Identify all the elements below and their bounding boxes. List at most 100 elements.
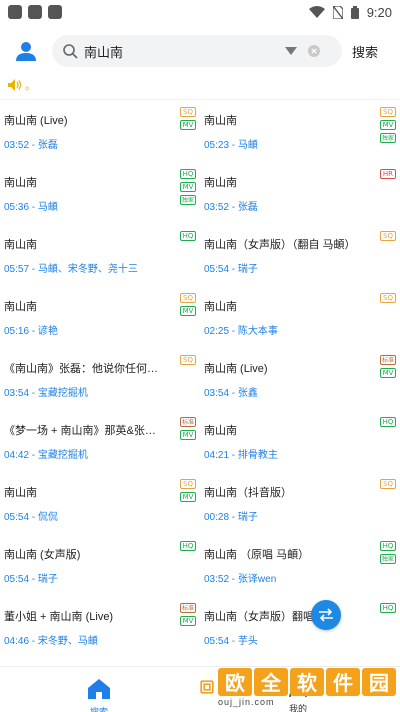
separator: - [29,450,38,461]
song-item[interactable]: 南山南 03:52 - 张磊 HR [200,162,400,224]
song-item[interactable]: 南山南 05:54 - 侃侃 SQ MV [0,472,200,534]
quality-badge: MV [180,306,196,316]
quality-badge: SQ [380,293,396,303]
quality-badges: HQ [180,231,196,241]
quality-badge: MV [180,120,196,130]
song-item[interactable]: 《南山南》张磊：他说你任何为… 03:54 - 宝藏挖掘机 SQ [0,348,200,410]
song-meta: 05:57 - 马頔、宋冬野、尧十三 [4,260,138,275]
song-title: 南山南 [4,239,37,251]
song-meta: 03:54 - 宝藏挖掘机 [4,384,88,399]
separator: - [29,140,38,151]
quality-badge: SQ [180,479,196,489]
watermark-chars: 欧全软件园 [218,667,396,696]
source-dropdown-icon[interactable] [284,46,298,56]
search-header: 搜索 [0,32,400,70]
separator: - [29,574,38,585]
song-duration: 00:28 [204,512,230,523]
separator: - [29,512,38,523]
watermark-char: 全 [254,667,288,696]
nav-search-label: 搜索 [89,707,108,712]
search-button[interactable]: 搜索 [352,42,378,61]
quality-badges: SQ [380,293,396,303]
song-item[interactable]: 南山南（抖音版） 00:28 - 瑞子 SQ [200,472,400,534]
notice-text: 。 [25,80,36,92]
nav-search-tab[interactable]: 搜索 [84,679,114,712]
separator: - [29,636,38,647]
quality-badge: HQ [180,231,196,241]
song-title: 南山南 [4,177,37,189]
clear-icon[interactable] [308,45,320,57]
result-row: 南山南 05:57 - 马頔、宋冬野、尧十三 HQ 南山南（女声版）（翻自 马頔） 05… [0,224,400,286]
result-row: 南山南 05:16 - 谚艳 SQ MV 南山南 02:25 - 陈大本事 SQ [0,286,400,348]
song-item[interactable]: 南山南（女声版）翻唱 05:54 - 芋头 HQ [200,596,400,658]
song-title: 南山南 [204,425,237,437]
song-item[interactable]: 南山南 （原唱 马頔） 03:52 - 张译wen HQ 独家 [200,534,400,596]
separator: - [229,450,238,461]
quality-badge: SQ [180,293,196,303]
quality-badge: MV [380,368,396,378]
quality-badge: 独家 [380,133,396,143]
separator: - [29,202,38,213]
separator: - [229,326,238,337]
song-artist: 宝藏挖掘机 [37,450,88,461]
quality-badge: 标准 [180,603,196,613]
song-item[interactable]: 南山南 (Live) 03:52 - 张磊 SQ MV [0,100,200,162]
song-artist: 张磊 [37,140,58,151]
song-meta: 05:54 - 瑞子 [4,570,58,585]
watermark-char: 园 [362,667,396,696]
quality-badges: 标准 MV [180,603,196,626]
song-item[interactable]: 《梦一场 + 南山南》那英&张磊… 04:42 - 宝藏挖掘机 标准 MV [0,410,200,472]
notification-icon [8,5,22,19]
quality-badge: SQ [180,107,196,117]
watermark-char: 软 [290,667,324,696]
separator: - [229,140,238,151]
song-title: 南山南（抖音版） [204,487,292,499]
song-item[interactable]: 南山南 05:57 - 马頔、宋冬野、尧十三 HQ [0,224,200,286]
quality-badge: MV [380,120,396,130]
song-artist: 陈大本事 [237,326,278,337]
quality-badges: SQ [180,355,196,365]
home-icon [88,679,110,699]
song-item[interactable]: 南山南 05:36 - 马頔 HQ MV 独家 [0,162,200,224]
separator: - [229,636,238,647]
song-meta: 03:54 - 张鑫 [204,384,258,399]
song-meta: 05:23 - 马頔 [204,136,258,151]
quality-badge: SQ [180,355,196,365]
song-item[interactable]: 南山南（女声版）（翻自 马頔） 05:54 - 瑞子 SQ [200,224,400,286]
result-row: 《梦一场 + 南山南》那英&张磊… 04:42 - 宝藏挖掘机 标准 MV 南山南 04:… [0,410,400,472]
switch-source-button[interactable] [311,600,341,630]
quality-badge: SQ [380,231,396,241]
song-artist: 瑞子 [237,264,258,275]
song-item[interactable]: 南山南 02:25 - 陈大本事 SQ [200,286,400,348]
song-item[interactable]: 南山南 05:23 - 马頔 SQ MV 独家 [200,100,400,162]
song-artist: 瑞子 [37,574,58,585]
quality-badges: SQ [380,231,396,241]
song-duration: 05:57 [4,264,30,275]
quality-badges: SQ MV 独家 [380,107,396,143]
song-item[interactable]: 董小姐 + 南山南 (Live) 04:46 - 宋冬野、马頔 标准 MV [0,596,200,658]
quality-badges: SQ MV [180,293,196,316]
quality-badges: HQ [180,541,196,551]
separator: - [229,388,238,399]
song-duration: 05:54 [204,264,230,275]
song-meta: 05:54 - 瑞子 [204,260,258,275]
song-title: 南山南 (Live) [4,115,68,127]
quality-badge: HQ [180,541,196,551]
song-item[interactable]: 南山南 05:16 - 谚艳 SQ MV [0,286,200,348]
search-input[interactable] [84,43,280,59]
quality-badge: 独家 [180,195,196,205]
result-row: 董小姐 + 南山南 (Live) 04:46 - 宋冬野、马頔 标准 MV 南山南（女声… [0,596,400,658]
song-item[interactable]: 南山南 (女声版) 05:54 - 瑞子 HQ [0,534,200,596]
watermark-text: 欧全软件园 ouj_jin.com [218,667,396,707]
user-icon [16,42,36,61]
search-icon [63,44,78,59]
song-meta: 05:16 - 谚艳 [4,322,58,337]
song-item[interactable]: 南山南 04:21 - 排骨教主 HQ [200,410,400,472]
song-artist: 谚艳 [37,326,58,337]
song-duration: 05:54 [204,636,230,647]
user-avatar-button[interactable] [8,33,44,69]
song-artist: 排骨教主 [237,450,278,461]
song-title: 南山南 [204,177,237,189]
quality-badge: HQ [380,417,396,427]
song-item[interactable]: 南山南 (Live) 03:54 - 张鑫 标准 MV [200,348,400,410]
